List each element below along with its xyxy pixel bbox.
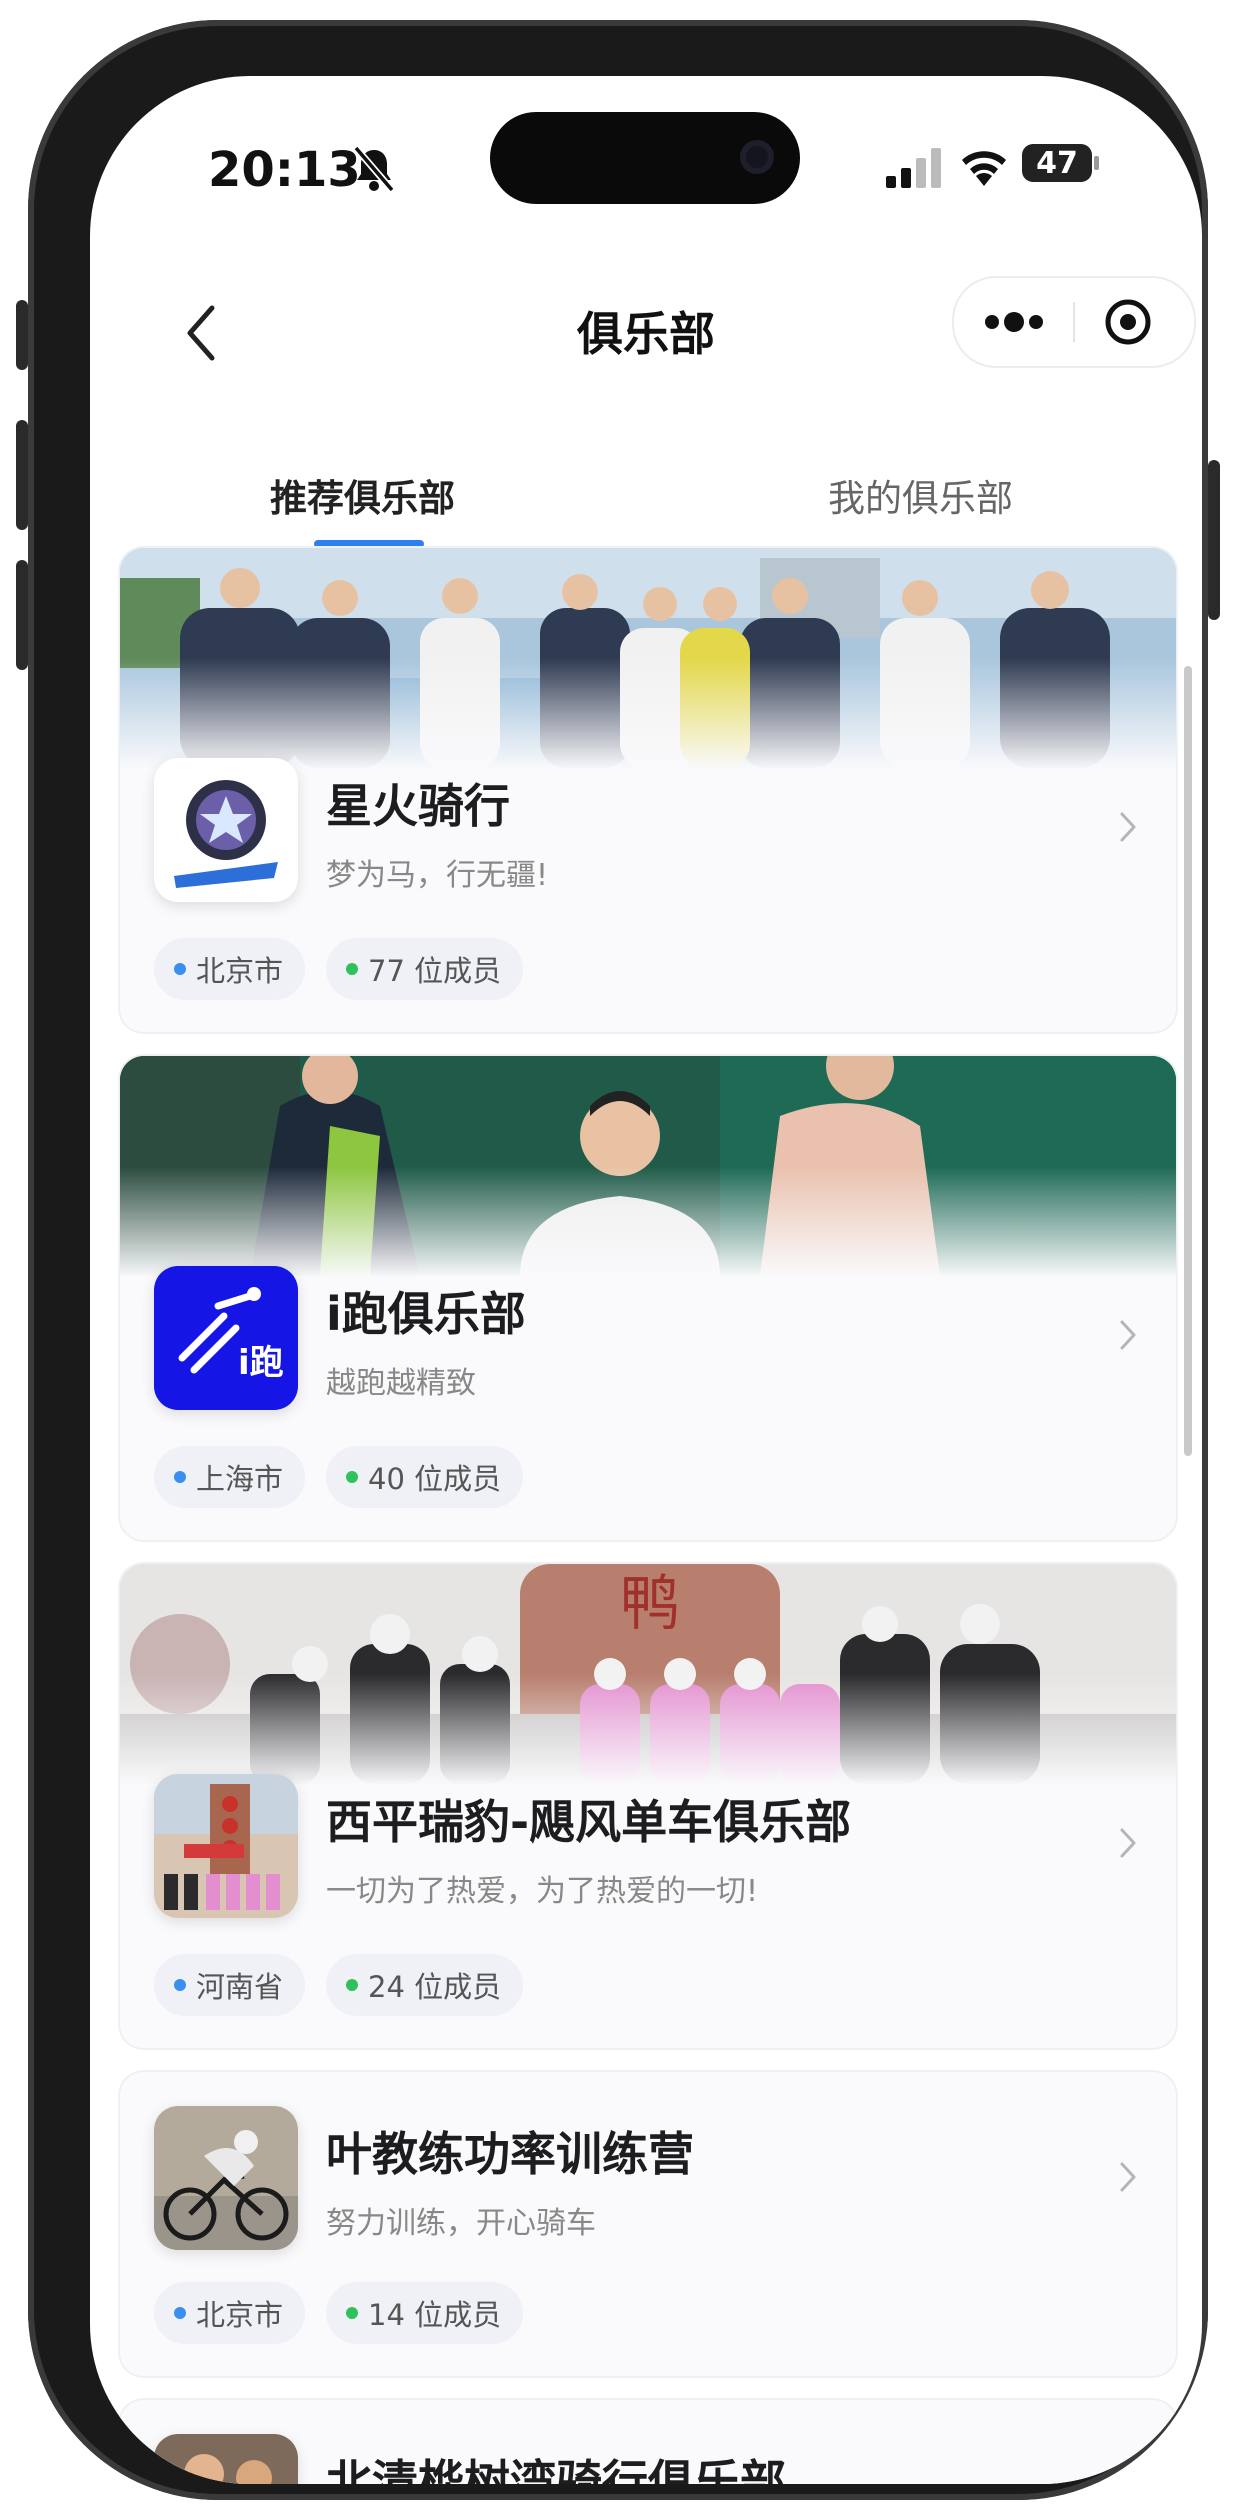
dynamic-island [490,112,800,204]
members-text: 40 位成员 [368,1462,502,1496]
battery-cap [1094,156,1099,170]
members-dot [346,1471,358,1483]
members-tag: 77 位成员 [326,938,524,1000]
club-name: 叶教练功率训练营 [326,2127,694,2181]
club-card[interactable]: 鸭 西平瑞豹-飓风单车俱乐部 一切为了热爱，为了热爱的一切! 河南省 24 位成… [118,1562,1178,2050]
chevron-right-icon [1120,812,1136,842]
status-time: 20:13 [208,142,361,198]
volume-up-button [16,420,28,530]
banner-fade [120,1166,1176,1278]
club-slogan: 一切为了热爱，为了热爱的一切! [326,1874,759,1909]
club-photo-logo-icon [154,1774,298,1918]
cyclist-photo-logo-icon [154,2106,298,2250]
location-dot [174,1979,186,1991]
banner-fade [120,658,1176,770]
club-name: 西平瑞豹-飓风单车俱乐部 [326,1795,852,1849]
volume-down-button [16,560,28,670]
banner-fade [120,1674,1176,1786]
power-button [1208,460,1220,620]
location-tag: 北京市 [154,938,306,1000]
location-text: 北京市 [196,954,284,988]
chevron-right-icon [1120,2162,1136,2192]
location-tag: 上海市 [154,1446,306,1508]
location-dot [174,1471,186,1483]
members-tag: 24 位成员 [326,1954,524,2016]
bell-muted-icon [353,145,395,193]
club-card[interactable]: 叶教练功率训练营 努力训练，开心骑车 北京市 14 位成员 [118,2070,1178,2378]
screen: 20:13 47 俱乐部 推荐俱乐部 我的俱乐部 星火骑行 梦为马，行无疆! 北… [90,76,1202,2484]
tab-recommended[interactable]: 推荐俱乐部 [270,468,455,522]
phone-frame: 20:13 47 俱乐部 推荐俱乐部 我的俱乐部 星火骑行 梦为马，行无疆! 北… [16,20,1220,2500]
location-text: 河南省 [196,1970,284,2004]
svg-text:鸭: 鸭 [620,1569,680,1639]
miniprogram-capsule [952,276,1196,368]
logo-text: i跑 [238,1343,284,1383]
club-logo [154,1774,298,1918]
members-text: 14 位成员 [368,2298,502,2332]
location-dot [174,963,186,975]
club-slogan: 努力训练，开心骑车 [326,2206,596,2241]
members-dot [346,2307,358,2319]
club-card[interactable]: i跑 i跑俱乐部 越跑越精致 上海市 40 位成员 [118,1054,1178,1542]
capsule-divider [1073,302,1075,342]
scrollbar[interactable] [1184,666,1192,1456]
more-icon[interactable] [982,308,1046,336]
members-tag: 40 位成员 [326,1446,524,1508]
location-text: 北京市 [196,2298,284,2332]
club-card[interactable]: 星火骑行 梦为马，行无疆! 北京市 77 位成员 [118,546,1178,1034]
mute-switch [16,300,28,370]
club-name: 星火骑行 [326,779,510,833]
members-tag: 14 位成员 [326,2282,524,2344]
battery-indicator: 47 [1022,144,1092,182]
chevron-right-icon [1120,1828,1136,1858]
members-dot [346,963,358,975]
gear-star-logo-icon [174,780,278,888]
members-text: 77 位成员 [368,954,502,988]
runner-logo-icon: i跑 [178,1287,284,1383]
front-camera [740,140,774,174]
club-logo [154,2434,298,2484]
chevron-right-icon [1120,1320,1136,1350]
club-slogan: 越跑越精致 [326,1366,476,1401]
close-target-icon[interactable] [1104,298,1152,346]
club-logo: i跑 [154,1266,298,1410]
members-dot [346,1979,358,1991]
tab-my-clubs[interactable]: 我的俱乐部 [828,468,1013,522]
club-name: 北清桦树湾骑行俱乐部 [326,2455,786,2484]
location-text: 上海市 [196,1462,284,1496]
location-tag: 北京市 [154,2282,306,2344]
wifi-icon [962,151,1006,186]
club-logo [154,758,298,902]
location-dot [174,2307,186,2319]
signal-icon [886,148,941,188]
members-text: 24 位成员 [368,1970,502,2004]
club-slogan: 梦为马，行无疆! [326,858,549,893]
club-logo [154,2106,298,2250]
location-tag: 河南省 [154,1954,306,2016]
club-card[interactable]: 北清桦树湾骑行俱乐部 [118,2398,1178,2484]
club-photo-logo-icon [154,2434,298,2484]
club-name: i跑俱乐部 [326,1287,526,1341]
